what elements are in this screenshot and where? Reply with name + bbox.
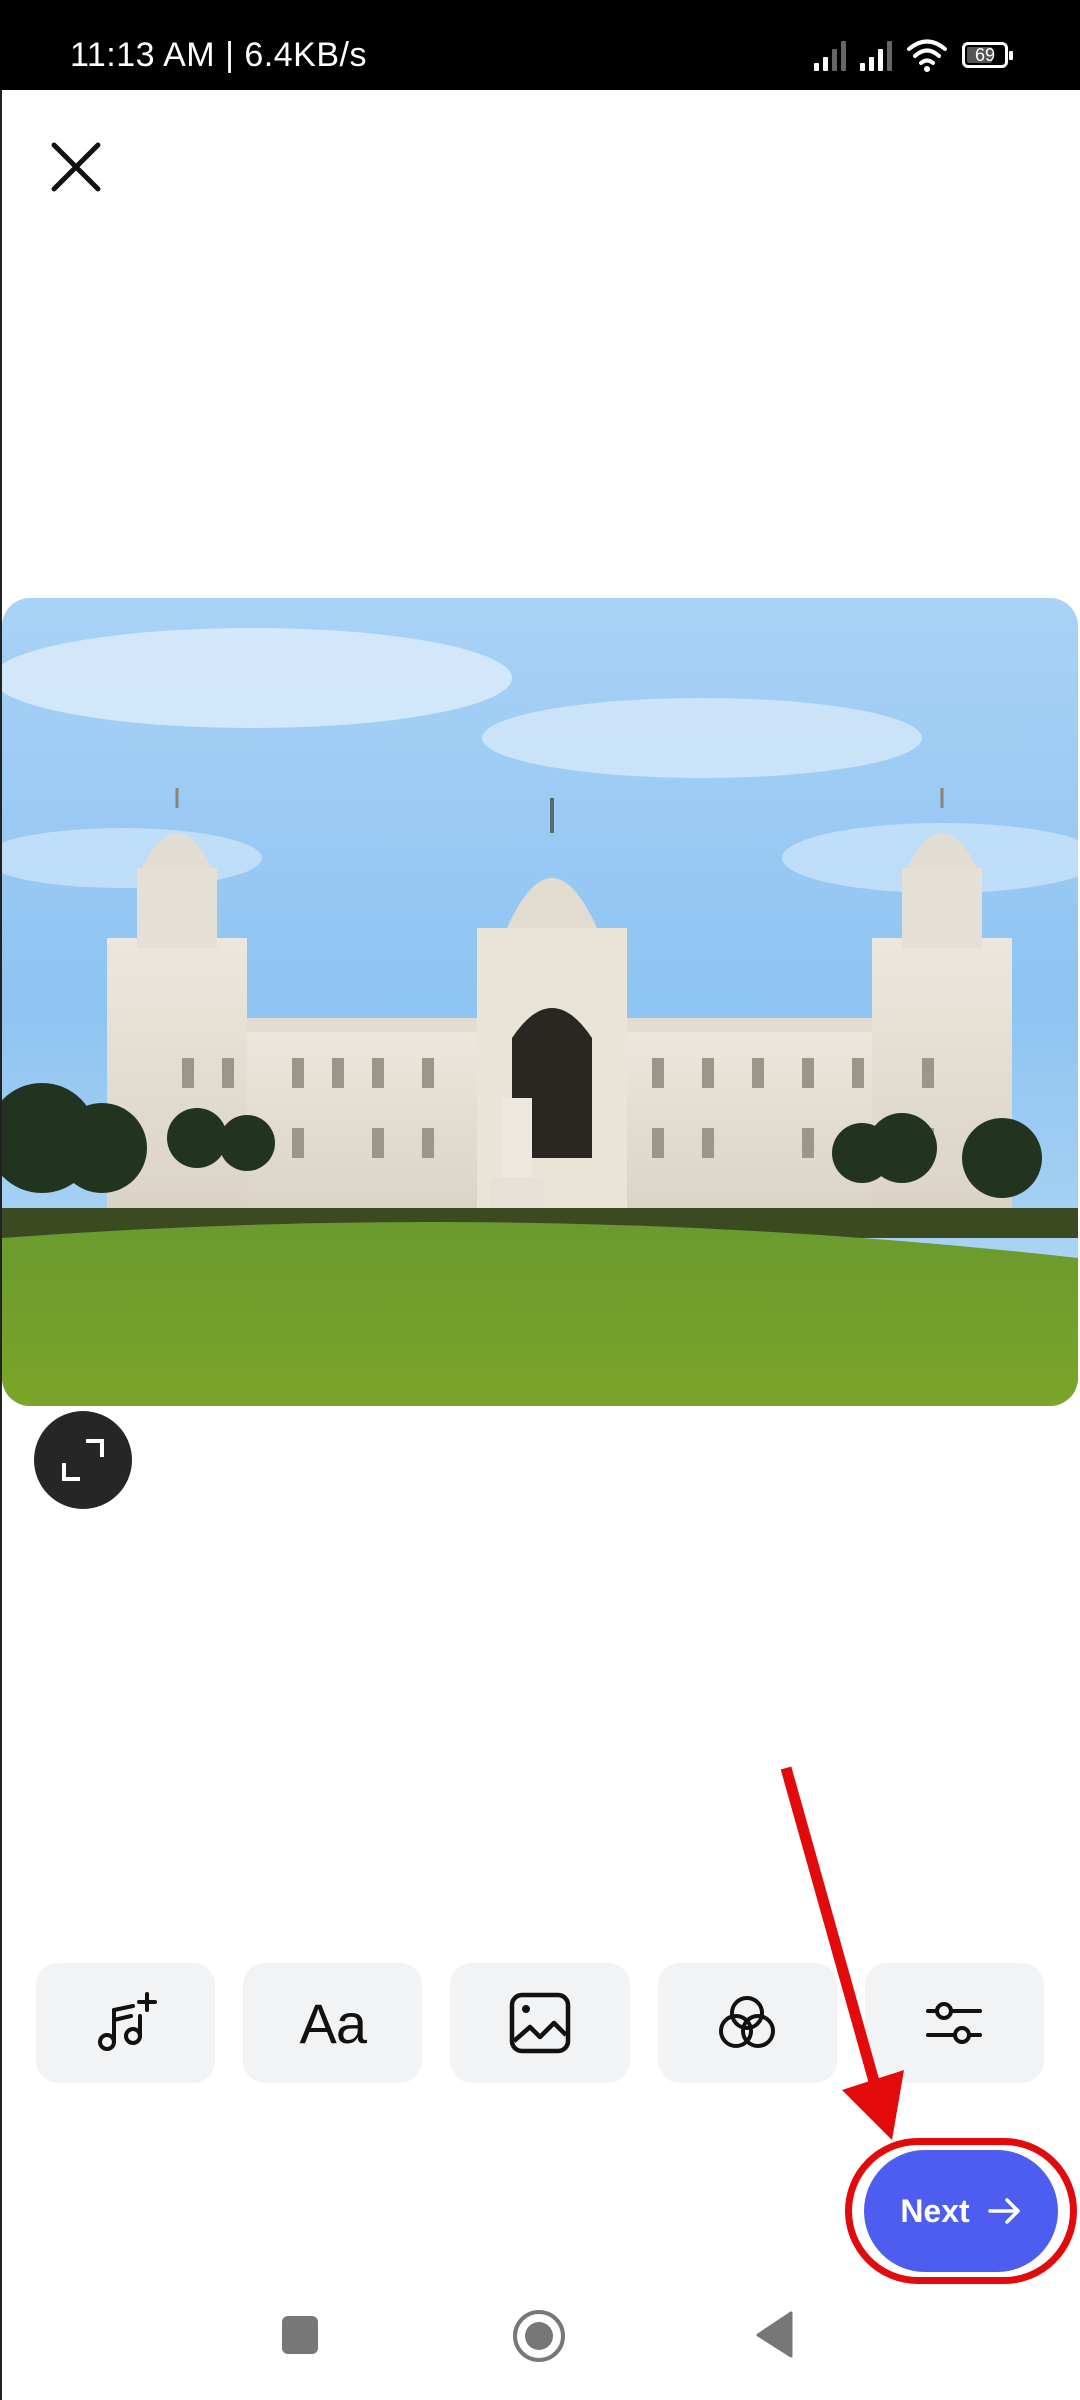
battery-icon: 69	[962, 42, 1013, 68]
adjust-button[interactable]	[864, 1963, 1045, 2083]
status-time-speed: 11:13 AM | 6.4KB/s	[70, 36, 367, 75]
sliders-icon	[926, 2002, 983, 2044]
status-separator: |	[225, 36, 235, 74]
wifi-icon	[907, 39, 947, 72]
battery-level: 69	[974, 44, 996, 65]
photo-image	[2, 598, 1078, 1406]
close-icon	[51, 142, 101, 192]
arrow-right-icon	[987, 2198, 1020, 2224]
status-time: 11:13 AM	[70, 36, 216, 74]
signal-icon	[814, 39, 846, 71]
text-button[interactable]: Aa	[243, 1963, 423, 2083]
filter-icon	[719, 1996, 776, 2048]
back-icon	[756, 2311, 793, 2358]
home-icon	[513, 2310, 565, 2362]
home-button[interactable]	[511, 2308, 567, 2364]
add-music-button[interactable]	[36, 1963, 216, 2083]
back-button[interactable]	[755, 2310, 795, 2360]
expand-button[interactable]	[34, 1411, 132, 1509]
status-bar: 11:13 AM | 6.4KB/s 69	[0, 0, 1080, 90]
status-icons: 69	[814, 38, 1013, 72]
next-button[interactable]: Next	[864, 2150, 1058, 2272]
status-network-speed: 6.4KB/s	[244, 36, 367, 74]
editor-toolbar: Aa	[36, 1963, 1045, 2083]
image-button[interactable]	[450, 1963, 630, 2083]
music-add-icon	[97, 1992, 157, 2051]
text-icon: Aa	[299, 1991, 367, 2055]
system-nav-bar	[0, 2290, 1080, 2400]
next-button-label: Next	[900, 2192, 970, 2229]
photo-preview[interactable]	[2, 598, 1078, 1406]
filters-button[interactable]	[657, 1963, 837, 2083]
recents-button[interactable]	[280, 2314, 322, 2356]
image-icon	[509, 1992, 571, 2054]
close-button[interactable]	[44, 135, 108, 199]
expand-icon	[62, 1439, 104, 1481]
signal-icon	[860, 39, 892, 71]
recents-icon	[282, 2316, 318, 2354]
